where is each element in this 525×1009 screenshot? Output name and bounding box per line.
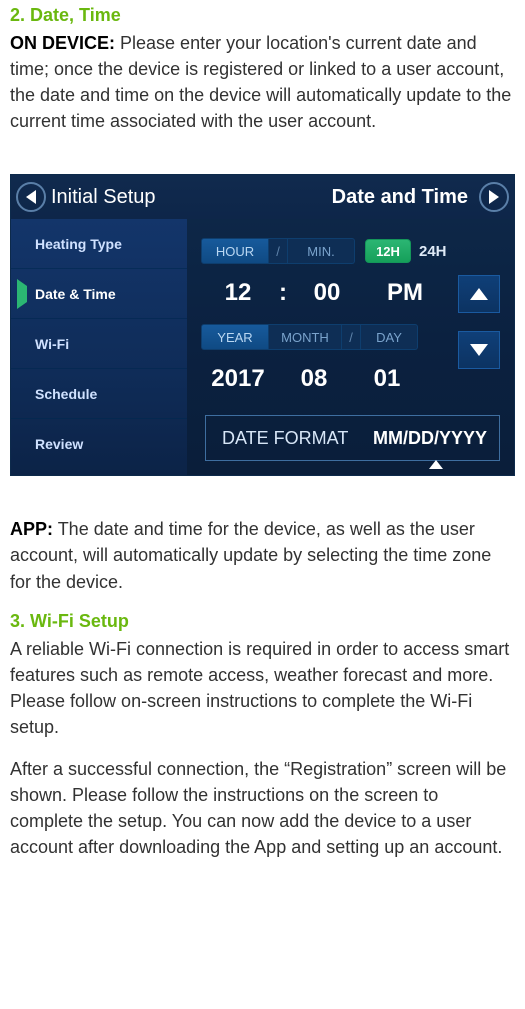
sidebar-item-schedule[interactable]: Schedule bbox=[11, 369, 187, 419]
chevron-left-icon bbox=[26, 190, 36, 204]
triangle-up-icon bbox=[429, 440, 443, 469]
slash: / bbox=[342, 324, 361, 350]
twenty-four-hour-label[interactable]: 24H bbox=[419, 243, 447, 260]
month-value[interactable]: 08 bbox=[275, 365, 353, 393]
month-label[interactable]: MONTH bbox=[269, 324, 342, 350]
sidebar-item-label: Schedule bbox=[35, 386, 97, 402]
sidebar-item-label: Wi-Fi bbox=[35, 336, 69, 352]
section2-heading: 2. Date, Time bbox=[10, 5, 515, 26]
twelve-hour-button[interactable]: 12H bbox=[365, 239, 411, 263]
app-text: The date and time for the device, as wel… bbox=[10, 519, 491, 591]
back-button[interactable] bbox=[11, 182, 51, 212]
time-colon: : bbox=[275, 279, 291, 307]
triangle-down-icon bbox=[470, 344, 488, 356]
date-format-value[interactable]: MM/DD/YYYY bbox=[373, 428, 499, 449]
increment-button[interactable] bbox=[458, 275, 500, 313]
section2-body: ON DEVICE: Please enter your location's … bbox=[10, 30, 515, 134]
date-format-row[interactable]: DATE FORMAT MM/DD/YYYY bbox=[205, 415, 500, 461]
hour-label[interactable]: HOUR bbox=[201, 238, 269, 264]
hour-value[interactable]: 12 bbox=[201, 279, 275, 307]
sidebar-item-review[interactable]: Review bbox=[11, 419, 187, 469]
main-panel: HOUR / MIN. 12H 24H 12 : 00 PM YEAR bbox=[187, 219, 514, 475]
decrement-button[interactable] bbox=[458, 331, 500, 369]
sidebar: Heating Type Date & Time Wi-Fi Schedule … bbox=[11, 219, 187, 475]
section3-heading: 3. Wi-Fi Setup bbox=[10, 611, 515, 632]
forward-button[interactable] bbox=[474, 182, 514, 212]
date-format-label: DATE FORMAT bbox=[206, 428, 373, 449]
sidebar-item-label: Date & Time bbox=[35, 286, 116, 302]
chevron-right-icon bbox=[489, 190, 499, 204]
sidebar-item-date-time[interactable]: Date & Time bbox=[11, 269, 187, 319]
min-label[interactable]: MIN. bbox=[288, 238, 355, 264]
year-label[interactable]: YEAR bbox=[201, 324, 269, 350]
year-value[interactable]: 2017 bbox=[201, 365, 275, 393]
title-right: Date and Time bbox=[332, 186, 468, 209]
app-paragraph: APP: The date and time for the device, a… bbox=[10, 516, 515, 594]
triangle-up-icon bbox=[470, 288, 488, 300]
sidebar-item-wifi[interactable]: Wi-Fi bbox=[11, 319, 187, 369]
on-device-label: ON DEVICE: bbox=[10, 33, 115, 53]
sidebar-item-label: Review bbox=[35, 436, 83, 452]
play-icon bbox=[17, 286, 27, 302]
ampm-value[interactable]: PM bbox=[369, 279, 441, 307]
title-left: Initial Setup bbox=[51, 186, 156, 209]
titlebar: Initial Setup Date and Time bbox=[11, 175, 514, 219]
sidebar-item-label: Heating Type bbox=[35, 236, 122, 252]
device-screen: Initial Setup Date and Time Heating Type… bbox=[10, 174, 515, 476]
section3-p2: After a successful connection, the “Regi… bbox=[10, 756, 515, 860]
section3-p1: A reliable Wi-Fi connection is required … bbox=[10, 636, 515, 740]
day-value[interactable]: 01 bbox=[353, 365, 421, 393]
minute-value[interactable]: 00 bbox=[291, 279, 363, 307]
app-label: APP: bbox=[10, 519, 53, 539]
sidebar-item-heating-type[interactable]: Heating Type bbox=[11, 219, 187, 269]
slash: / bbox=[269, 238, 288, 264]
day-label[interactable]: DAY bbox=[361, 324, 418, 350]
